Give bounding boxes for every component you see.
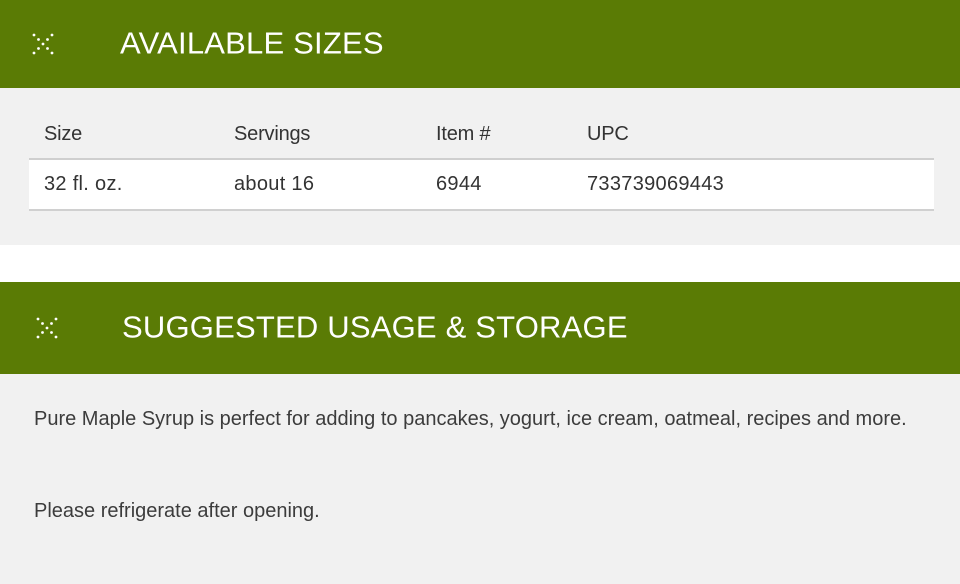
sizes-table: Size Servings Item # UPC 32 fl. oz. abou…	[29, 110, 934, 211]
collapse-x-icon[interactable]	[35, 316, 59, 340]
table-row: 32 fl. oz. about 16 6944 733739069443	[29, 159, 934, 211]
suggested-usage-panel: Pure Maple Syrup is perfect for adding t…	[0, 374, 960, 584]
cell-item-number: 6944	[421, 159, 572, 211]
cell-servings: about 16	[219, 159, 421, 211]
column-header-upc: UPC	[572, 110, 934, 160]
suggested-usage-header[interactable]: SUGGESTED USAGE & STORAGE	[0, 282, 960, 374]
table-header-row: Size Servings Item # UPC	[29, 110, 934, 160]
column-header-item-number: Item #	[421, 110, 572, 160]
collapse-x-icon[interactable]	[31, 32, 55, 56]
cell-size: 32 fl. oz.	[29, 159, 219, 211]
available-sizes-header[interactable]: AVAILABLE SIZES	[0, 0, 960, 88]
column-header-servings: Servings	[219, 110, 421, 160]
usage-paragraph: Pure Maple Syrup is perfect for adding t…	[34, 408, 907, 430]
section-title: AVAILABLE SIZES	[120, 25, 384, 61]
section-title: SUGGESTED USAGE & STORAGE	[122, 309, 628, 345]
column-header-size: Size	[29, 110, 219, 160]
cell-upc: 733739069443	[572, 159, 934, 211]
available-sizes-panel: Size Servings Item # UPC 32 fl. oz. abou…	[0, 88, 960, 245]
storage-paragraph: Please refrigerate after opening.	[34, 500, 320, 522]
